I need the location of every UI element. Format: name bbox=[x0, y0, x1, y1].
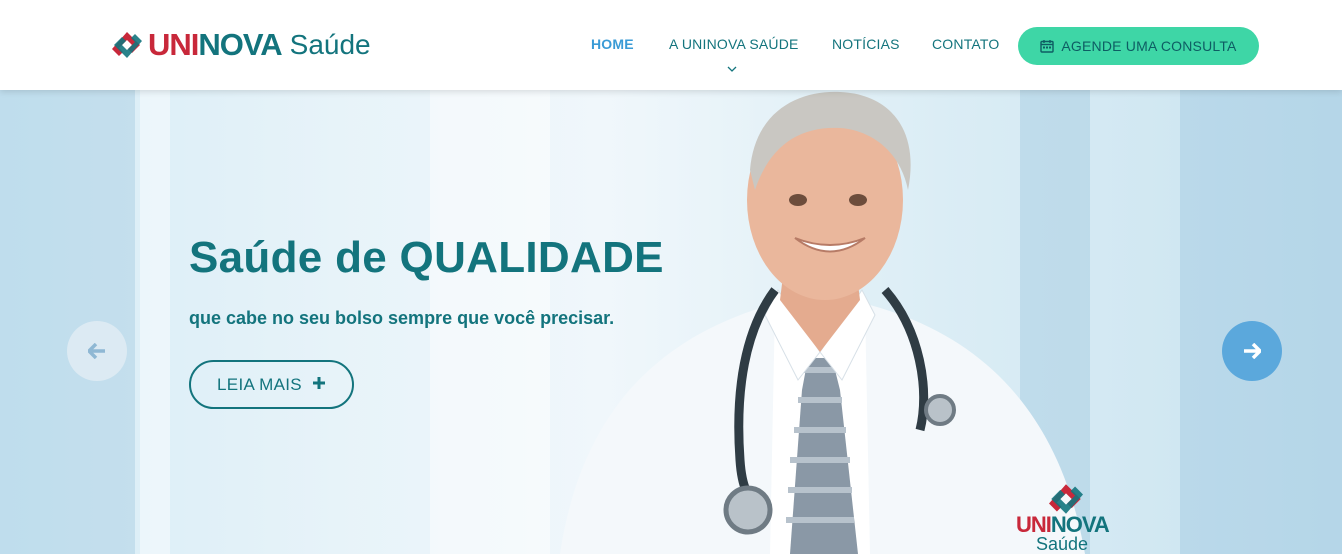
arrow-left-icon bbox=[88, 343, 105, 359]
nav-item-home[interactable]: HOME bbox=[591, 36, 634, 52]
read-more-label: LEIA MAIS bbox=[217, 374, 302, 394]
schedule-appointment-label: AGENDE UMA CONSULTA bbox=[1061, 38, 1237, 54]
logo[interactable]: UNI NOVA Saúde bbox=[110, 27, 371, 62]
background-window-frame bbox=[140, 90, 170, 554]
logo-mark-icon bbox=[112, 32, 142, 58]
background-window-pane bbox=[0, 90, 135, 554]
calendar-icon bbox=[1040, 40, 1055, 53]
hero-subtitle: que cabe no seu bolso sempre que você pr… bbox=[189, 308, 615, 328]
nav-item-contato[interactable]: CONTATO bbox=[932, 36, 1000, 52]
chevron-down-icon[interactable] bbox=[727, 64, 737, 75]
logo-text-nova: NOVA bbox=[198, 27, 282, 62]
site-header: UNI NOVA Saúde HOME A UNINOVA SAÚDE NOTÍC… bbox=[0, 0, 1342, 90]
badge-saude-text: Saúde bbox=[1036, 534, 1089, 554]
read-more-button[interactable]: LEIA MAIS bbox=[189, 360, 354, 409]
arrow-right-icon bbox=[1244, 343, 1261, 359]
schedule-appointment-button[interactable]: AGENDE UMA CONSULTA bbox=[1018, 27, 1259, 65]
coat-logo-badge: UNINOVA Saúde bbox=[1014, 482, 1124, 554]
logo-text-uni: UNI bbox=[148, 27, 199, 62]
hero-slider: Saúde de QUALIDADE que cabe no seu bolso… bbox=[0, 90, 1342, 554]
nav-item-a-uninova-saude[interactable]: A UNINOVA SAÚDE bbox=[669, 36, 799, 52]
logo-text-saude: Saúde bbox=[289, 29, 371, 60]
plus-icon bbox=[312, 373, 326, 396]
slider-prev-button[interactable] bbox=[67, 321, 127, 381]
slider-next-button[interactable] bbox=[1222, 321, 1282, 381]
nav-item-noticias[interactable]: NOTÍCIAS bbox=[832, 36, 900, 52]
hero-title: Saúde de QUALIDADE bbox=[189, 233, 664, 282]
logo-mark-icon bbox=[1049, 484, 1083, 514]
